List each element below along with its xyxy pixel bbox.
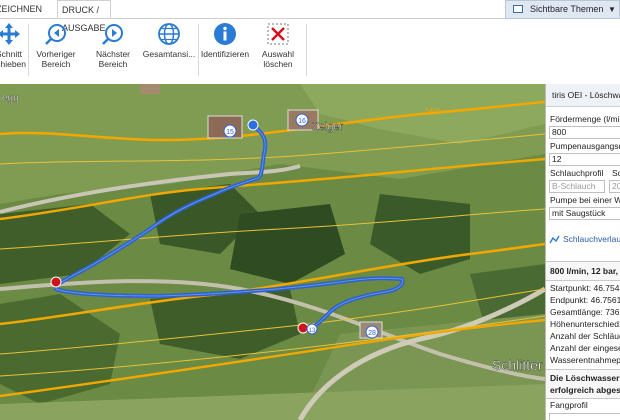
chevron-down-icon: ▼: [608, 5, 616, 14]
fangprofil-input[interactable]: [549, 413, 620, 420]
tool-previous-extent-button[interactable]: Vorheriger Bereich: [33, 22, 79, 77]
tool-label-line1: Vorheriger: [36, 49, 76, 59]
tool-label-line2: Bereich: [98, 59, 128, 69]
marker-house-28: 28: [365, 325, 379, 339]
tool-label-line1: Identifizieren: [200, 49, 250, 59]
tool-clear-selection-button[interactable]: Auswahl löschen: [255, 22, 301, 77]
zoom-previous-icon: [45, 24, 66, 45]
layers-icon: [513, 5, 523, 13]
schlauch-second-input[interactable]: 20: [609, 180, 620, 193]
hose-route-label: Schlauchverlauf: [563, 234, 620, 244]
move-arrows-icon: [0, 23, 20, 45]
result-anzahl-schlaeuche: Anzahl der Schläuc: [550, 331, 620, 341]
status-box: Die Löschwasserfö erfolgreich abgesc: [546, 369, 620, 399]
tool-next-extent-button[interactable]: Nächster Bereich: [90, 22, 136, 77]
result-header: 800 l/min, 12 bar,: [546, 261, 620, 281]
pumpe-label: Pumpe bei einer Wa: [550, 195, 620, 205]
visible-themes-button[interactable]: Sichtbare Themen ▼: [505, 0, 620, 19]
zoom-next-icon: [102, 24, 123, 45]
place-label-left: egg: [2, 93, 19, 104]
tool-full-extent-button[interactable]: Gesamtansi...: [141, 22, 197, 77]
pumpe-select[interactable]: mit Saugstück: [549, 207, 620, 220]
ribbon-separator: [306, 24, 307, 76]
result-anzahl-eingesetzt: Anzahl der eingese: [550, 343, 620, 353]
pumpendruck-label: Pumpenausgangsdr: [550, 141, 620, 151]
result-title: 800 l/min, 12 bar,: [550, 266, 619, 276]
place-label-schlitter: Schlitter: [492, 357, 543, 373]
globe-icon: [158, 23, 180, 45]
status-line-1: Die Löschwasserfö: [550, 373, 620, 383]
contour-label: 1400: [425, 108, 441, 115]
hose-route-icon: [549, 235, 560, 244]
svg-text:28: 28: [368, 330, 376, 337]
result-endpunkt: Endpunkt: 46.7561: [550, 295, 620, 305]
tool-label-line2: löschen: [263, 59, 293, 69]
aerial-map[interactable]: 15 16 28 13 Zelger Schlitter egg 1400: [0, 84, 545, 420]
clear-selection-icon: [267, 23, 289, 45]
result-gesamtlaenge: Gesamtlänge: 736 m: [550, 307, 620, 317]
schlauchprofil-select[interactable]: B-Schlauch: [549, 180, 605, 193]
result-wasserentnahme: Wasserentnahmepu: [550, 355, 620, 365]
tool-label-line1: Nächster: [95, 49, 130, 59]
status-line-2: erfolgreich abgesc: [550, 385, 620, 395]
marker-house-16: 16: [295, 113, 309, 127]
schlauch-second-label: Sc: [612, 168, 620, 178]
tab-divider: [0, 18, 505, 19]
tool-label-line1: Auswahl: [261, 49, 295, 59]
visible-themes-label: Sichtbare Themen: [530, 4, 604, 14]
tool-label-line1: Gesamtansi...: [142, 49, 196, 59]
result-startpunkt: Startpunkt: 46.7545: [550, 283, 620, 293]
info-icon: [214, 23, 236, 45]
svg-text:16: 16: [298, 118, 306, 125]
tool-label-line2: Bereich: [41, 59, 71, 69]
fangprofil-label: Fangprofil: [550, 400, 588, 410]
tab-druck-ausgabe[interactable]: DRUCK / AUSGABE: [57, 0, 111, 33]
svg-text:15: 15: [226, 129, 234, 136]
place-label-zelger: Zelger: [312, 121, 344, 133]
panel-title: tiris OEI - Löschwa: [546, 84, 620, 107]
hose-calculation-panel: tiris OEI - Löschwa Fördermenge (l/min 8…: [545, 84, 620, 420]
result-hoehenunterschied: Höhenunterschied:: [550, 319, 620, 329]
ribbon-separator: [28, 24, 29, 76]
marker-house-13: 13: [306, 323, 318, 335]
map-view[interactable]: 15 16 28 13 Zelger Schlitter egg 1400: [0, 84, 545, 420]
svg-text:13: 13: [309, 328, 316, 334]
foerdermenge-input[interactable]: 800: [549, 126, 620, 139]
ribbon: ZEICHNEN DRUCK / AUSGABE Sichtbare Theme…: [0, 0, 620, 85]
tab-zeichnen[interactable]: ZEICHNEN: [0, 0, 46, 18]
pumpendruck-input[interactable]: 12: [549, 153, 620, 166]
tool-identify-button[interactable]: Identifizieren: [199, 22, 251, 77]
foerdermenge-label: Fördermenge (l/min: [550, 114, 620, 124]
marker-house-15: 15: [223, 124, 237, 138]
schlauchprofil-label: Schlauchprofil: [550, 168, 604, 178]
